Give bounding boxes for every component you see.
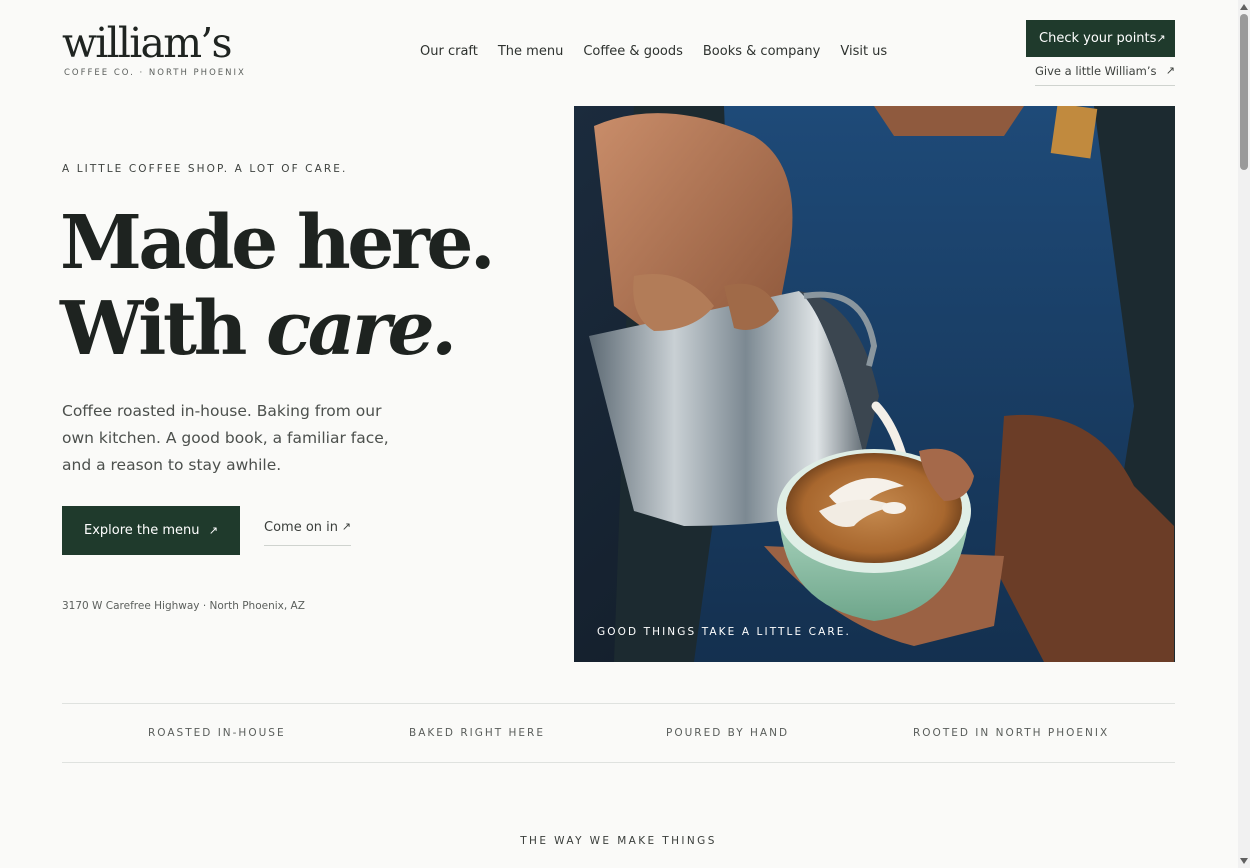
arrow-up-right-icon: ↗ xyxy=(1165,64,1175,77)
headline-line-1: Made here. xyxy=(60,200,496,286)
value-baked: BAKED RIGHT HERE xyxy=(409,727,545,739)
gift-card-label: Give a little William’s xyxy=(1035,64,1157,78)
check-points-button[interactable]: Check your points ↗ xyxy=(1026,20,1175,57)
photo-caption: GOOD THINGS TAKE A LITTLE CARE. xyxy=(597,626,851,638)
brand-logo[interactable]: william’s COFFEE CO. · NORTH PHOENIX xyxy=(62,20,246,78)
value-rooted: ROOTED IN NORTH PHOENIX xyxy=(913,727,1110,739)
section-heading: THE WAY WE MAKE THINGS xyxy=(520,835,717,847)
nav-item-the-menu[interactable]: The menu xyxy=(498,44,563,59)
brand-name: william’s xyxy=(62,19,233,67)
scroll-thumb[interactable] xyxy=(1240,14,1248,170)
hero-headline: Made here. With care. xyxy=(60,200,496,372)
hero-photo-latte-art: GOOD THINGS TAKE A LITTLE CARE. xyxy=(574,106,1175,662)
hero-eyebrow: A LITTLE COFFEE SHOP. A LOT OF CARE. xyxy=(62,163,348,175)
latte-pour-illustration xyxy=(574,106,1175,662)
brand-tagline: COFFEE CO. · NORTH PHOENIX xyxy=(64,68,246,78)
hero-description: Coffee roasted in-house. Baking from our… xyxy=(62,402,389,474)
nav-item-visit-us[interactable]: Visit us xyxy=(840,44,887,59)
come-on-in-label: Come on in xyxy=(264,520,339,535)
store-address: 3170 W Carefree Highway · North Phoenix,… xyxy=(62,600,305,612)
come-on-in-link[interactable]: Come on in ↗ xyxy=(264,520,351,546)
value-roasted: ROASTED IN-HOUSE xyxy=(148,727,286,739)
arrow-up-right-icon: ↗ xyxy=(1156,32,1166,45)
gift-card-link[interactable]: Give a little William’s ↗ xyxy=(1035,64,1175,86)
explore-menu-button[interactable]: Explore the menu ↗ xyxy=(62,506,240,555)
arrow-up-right-icon: ↗ xyxy=(208,524,218,537)
value-poured: POURED BY HAND xyxy=(666,727,790,739)
headline-emphasis: care. xyxy=(266,286,457,372)
main-nav: Our craft The menu Coffee & goods Books … xyxy=(420,44,887,59)
explore-menu-label: Explore the menu xyxy=(84,523,200,538)
nav-item-our-craft[interactable]: Our craft xyxy=(420,44,478,59)
check-points-label: Check your points xyxy=(1039,31,1157,46)
nav-item-coffee-goods[interactable]: Coffee & goods xyxy=(583,44,683,59)
scroll-down-icon[interactable] xyxy=(1240,858,1248,864)
values-strip: ROASTED IN-HOUSE BAKED RIGHT HERE POURED… xyxy=(62,703,1175,763)
headline-line-2: With care. xyxy=(60,286,492,372)
headline-prefix: With xyxy=(60,286,267,372)
arrow-up-right-icon: ↗ xyxy=(341,520,351,533)
page-scrollbar[interactable] xyxy=(1238,0,1250,868)
scroll-up-icon[interactable] xyxy=(1240,4,1248,10)
nav-item-books-company[interactable]: Books & company xyxy=(703,44,820,59)
